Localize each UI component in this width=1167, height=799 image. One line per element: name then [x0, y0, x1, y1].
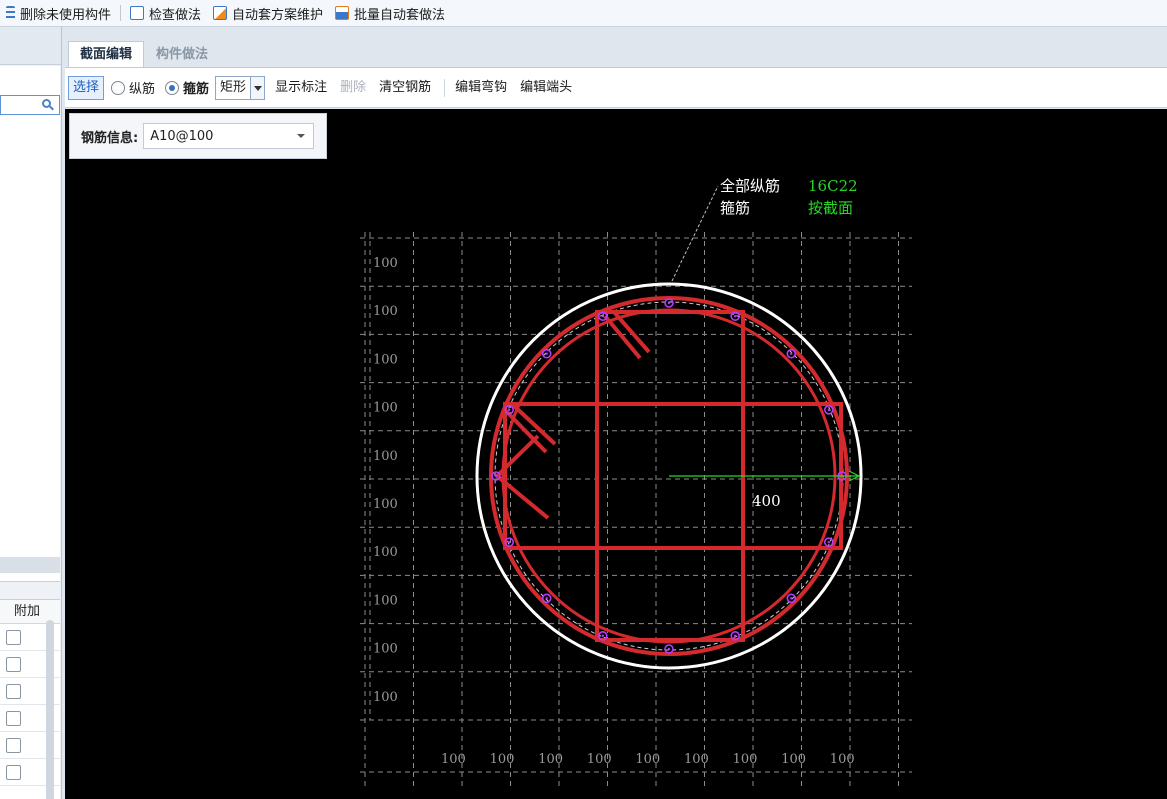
longitudinal-bar-center [734, 634, 737, 637]
show-annotation-button[interactable]: 显示标注 [270, 76, 332, 100]
property-grid: 附加 [0, 599, 60, 799]
longitudinal-bar-center [545, 352, 548, 355]
longitudinal-bar-center [790, 352, 793, 355]
longitudinal-bar-center [667, 301, 671, 305]
search-input[interactable] [0, 95, 60, 115]
longitudinal-bar-center [508, 541, 511, 544]
grid-labels: 100 100 100 100 100 100 100 100 100 100 100 100 100 1… [373, 256, 855, 767]
rebar-info-label: 钢筋信息: [81, 130, 139, 146]
grid-row-label: 100 [373, 593, 398, 608]
grid-row-label: 100 [373, 401, 398, 416]
list-delete-icon [6, 6, 15, 20]
section-drawing-canvas[interactable]: 100 100 100 100 100 100 100 100 100 100 100 100 100 1… [65, 109, 1167, 799]
annotation-leader-line [671, 185, 719, 282]
radio-stirrup-label: 箍筋 [183, 82, 210, 97]
grid-col-label: 100 [441, 752, 466, 767]
check-method-button[interactable]: 检查做法 [124, 2, 207, 24]
additional-checkbox[interactable] [6, 657, 21, 672]
section-drawing[interactable]: 100 100 100 100 100 100 100 100 100 100 100 100 100 1… [65, 109, 1167, 799]
auto-scheme-maintain-label: 自动套方案维护 [232, 7, 324, 23]
grid-col-label: 100 [538, 752, 563, 767]
batch-auto-apply-label: 批量自动套做法 [354, 7, 446, 23]
grid-row-label: 100 [373, 642, 398, 657]
grid-col-label: 100 [684, 752, 709, 767]
left-panel: 附加 [0, 27, 62, 799]
annotation-stirrup-value[interactable]: 按截面 [808, 199, 853, 217]
longitudinal-bar-center [827, 408, 830, 411]
grid-col-label: 100 [587, 752, 612, 767]
select-button[interactable]: 选择 [68, 75, 105, 100]
shape-dropdown[interactable]: 矩形 [215, 75, 266, 100]
annotation-stirrup-label: 箍筋 [720, 199, 750, 217]
edit-end-button[interactable]: 编辑端头 [515, 76, 577, 100]
check-method-label: 检查做法 [149, 7, 202, 23]
component-list-area [0, 66, 60, 582]
grid-col-label: 100 [490, 752, 515, 767]
longitudinal-bar-center [734, 315, 737, 318]
toolbar-separator [120, 5, 122, 21]
longitudinal-bar-center [790, 597, 793, 600]
longitudinal-bar-center [508, 408, 511, 411]
main-toolbar: 删除未使用构件 检查做法 自动套方案维护 批量自动套做法 [0, 0, 1167, 27]
grid-row-label: 100 [373, 256, 398, 271]
radius-label: 400 [752, 492, 781, 510]
longitudinal-bar-center [667, 647, 671, 651]
check-document-icon [130, 6, 145, 20]
grid-row-label: 100 [373, 449, 398, 464]
longitudinal-bar-center [601, 315, 604, 318]
rebar-info-dropdown[interactable]: A10@100 [143, 123, 315, 149]
longitudinal-bar-center [601, 634, 604, 637]
delete-button[interactable]: 删除 [335, 76, 371, 100]
radio-circle-checked [165, 80, 180, 95]
clear-rebar-button[interactable]: 清空钢筋 [374, 76, 436, 100]
rebar-info-panel: 钢筋信息: A10@100 [69, 113, 327, 159]
grid-col-label: 100 [733, 752, 758, 767]
section-edit-toolbar: 选择 纵筋 箍筋 矩形 显示标注 删除 清空钢筋 编辑弯钩 编辑端头 [65, 68, 1167, 108]
grid-col-label: 100 [781, 752, 806, 767]
shape-dropdown-value: 矩形 [220, 79, 247, 95]
batch-auto-apply-button[interactable]: 批量自动套做法 [329, 2, 451, 24]
radio-stirrup[interactable]: 箍筋 [165, 78, 209, 97]
grid-row-label: 100 [373, 304, 398, 319]
delete-unused-components-label: 删除未使用构件 [20, 7, 112, 23]
panel-divider[interactable] [0, 557, 60, 573]
left-panel-header [0, 27, 61, 65]
auto-scheme-maintain-button[interactable]: 自动套方案维护 [207, 2, 329, 24]
additional-checkbox[interactable] [6, 711, 21, 726]
toolbar-separator [444, 78, 446, 97]
stirrup-hooks[interactable] [495, 310, 651, 520]
radio-circle [111, 80, 126, 95]
batch-apply-icon [335, 6, 350, 20]
longitudinal-bar-center [494, 474, 498, 478]
annotation-all-long-value[interactable]: 16C22 [808, 177, 858, 195]
tab-section-edit[interactable]: 截面编辑 [68, 41, 145, 67]
longitudinal-bar-center [827, 541, 830, 544]
grid-scrollbar[interactable] [46, 620, 54, 799]
tab-component-method[interactable]: 构件做法 [144, 41, 220, 67]
additional-checkbox[interactable] [6, 684, 21, 699]
grid-col-label: 100 [830, 752, 855, 767]
tab-strip: 截面编辑 构件做法 [65, 40, 1167, 68]
grid-row-label: 100 [373, 545, 398, 560]
rebar-info-value: A10@100 [150, 128, 214, 144]
additional-checkbox[interactable] [6, 738, 21, 753]
grid-row-label: 100 [373, 690, 398, 705]
delete-unused-components-button[interactable]: 删除未使用构件 [0, 2, 117, 24]
search-icon[interactable] [42, 99, 51, 108]
radio-longitudinal[interactable]: 纵筋 [111, 78, 155, 97]
edit-hook-button[interactable]: 编辑弯钩 [450, 76, 512, 100]
chevron-down-icon[interactable] [297, 134, 306, 138]
grid-row-label: 100 [373, 352, 398, 367]
annotation-all-long-label: 全部纵筋 [720, 177, 780, 195]
grid-row-label: 100 [373, 497, 398, 512]
radio-longitudinal-label: 纵筋 [129, 82, 156, 97]
additional-checkbox[interactable] [6, 765, 21, 780]
longitudinal-bar-center [545, 597, 548, 600]
dimension-grid [360, 232, 912, 790]
gear-document-icon [213, 6, 228, 20]
additional-checkbox[interactable] [6, 630, 21, 645]
grid-col-label: 100 [635, 752, 660, 767]
chevron-down-icon[interactable] [250, 76, 265, 99]
